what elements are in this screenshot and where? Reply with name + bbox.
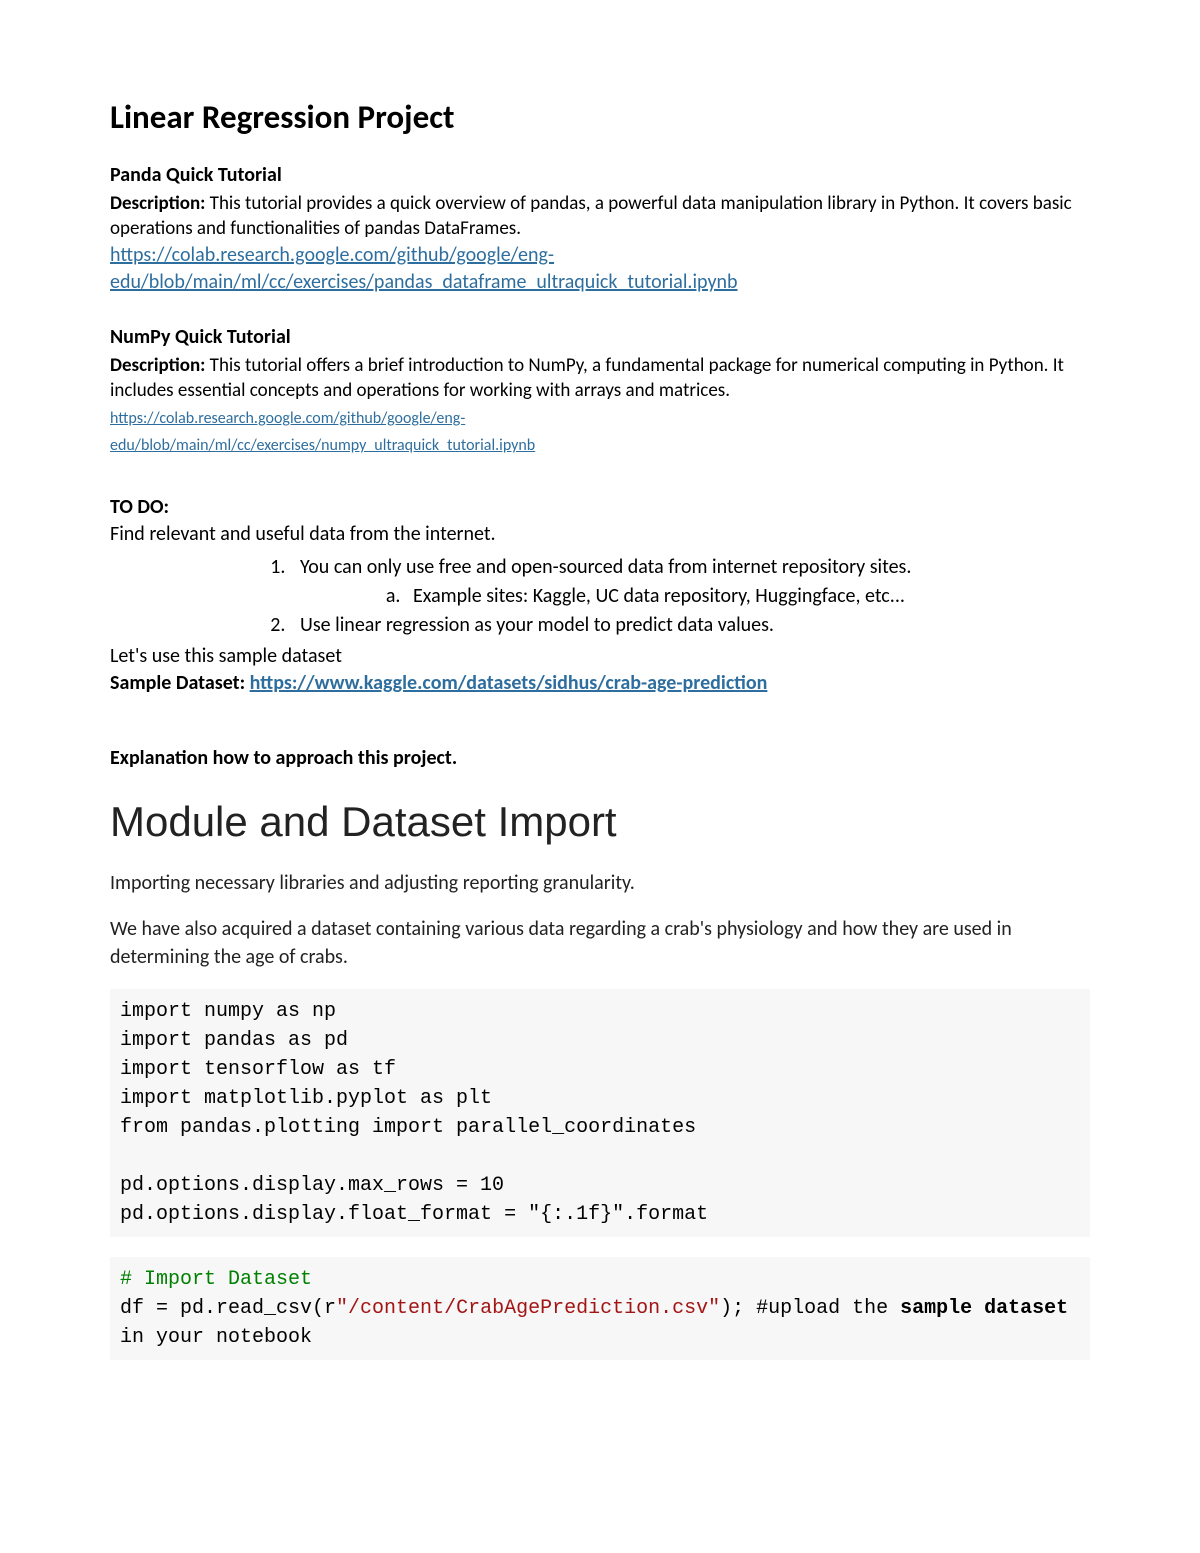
numpy-section: NumPy Quick Tutorial Description: This t…: [110, 324, 1090, 458]
numpy-heading: NumPy Quick Tutorial: [110, 324, 1090, 351]
sample-dataset-label: Sample Dataset:: [110, 671, 250, 695]
code-bold: sample dataset: [900, 1297, 1068, 1320]
panda-link-line2: edu/blob/main/ml/cc/exercises/pandas_dat…: [110, 270, 738, 294]
todo-item-1: You can only use free and open-sourced d…: [290, 554, 1090, 610]
panda-section: Panda Quick Tutorial Description: This t…: [110, 162, 1090, 296]
module-para-2: We have also acquired a dataset containi…: [110, 915, 1090, 971]
todo-section: TO DO: Find relevant and useful data fro…: [110, 494, 1090, 697]
todo-intro: Find relevant and useful data from the i…: [110, 521, 1090, 548]
code-block-import-dataset: # Import Dataset df = pd.read_csv(r"/con…: [110, 1257, 1090, 1360]
description-label: Description:: [110, 192, 205, 215]
panda-link[interactable]: https://colab.research.google.com/github…: [110, 243, 738, 294]
code-line: import tensorflow as tf: [120, 1058, 396, 1081]
code-line: import matplotlib.pyplot as plt: [120, 1087, 492, 1110]
numpy-description-text: This tutorial offers a brief introductio…: [110, 354, 1064, 403]
code-line: import numpy as np: [120, 1000, 336, 1023]
code-comment: # Import Dataset: [120, 1268, 312, 1291]
code-line: from pandas.plotting import parallel_coo…: [120, 1116, 696, 1139]
todo-item-1a: Example sites: Kaggle, UC data repositor…: [405, 583, 1090, 610]
todo-item-1-text: You can only use free and open-sourced d…: [300, 555, 911, 579]
code-string: "/content/CrabAgePrediction.csv": [336, 1297, 720, 1320]
description-label: Description:: [110, 354, 205, 377]
todo-sublist: Example sites: Kaggle, UC data repositor…: [300, 583, 1090, 610]
module-para-1: Importing necessary libraries and adjust…: [110, 869, 1090, 897]
todo-heading: TO DO:: [110, 494, 1090, 521]
todo-list: You can only use free and open-sourced d…: [110, 554, 1090, 639]
code-line: pd.options.display.max_rows = 10: [120, 1174, 504, 1197]
panda-heading: Panda Quick Tutorial: [110, 162, 1090, 189]
panda-link-line1: https://colab.research.google.com/github…: [110, 243, 554, 267]
panda-description: Description: This tutorial provides a qu…: [110, 191, 1090, 242]
code-block-imports: import numpy as np import pandas as pd i…: [110, 989, 1090, 1237]
numpy-link-line2: edu/blob/main/ml/cc/exercises/numpy_ultr…: [110, 436, 535, 455]
module-title: Module and Dataset Import: [110, 794, 1090, 851]
code-text: df = pd.read_csv(r: [120, 1297, 336, 1320]
use-sample-text: Let's use this sample dataset: [110, 643, 1090, 670]
explanation-heading: Explanation how to approach this project…: [110, 745, 1090, 772]
numpy-link-line1: https://colab.research.google.com/github…: [110, 409, 465, 428]
code-line: pd.options.display.float_format = "{:.1f…: [120, 1203, 708, 1226]
todo-item-2: Use linear regression as your model to p…: [290, 612, 1090, 639]
code-text: ); #upload the: [720, 1297, 900, 1320]
numpy-link[interactable]: https://colab.research.google.com/github…: [110, 409, 535, 455]
sample-dataset-line: Sample Dataset: https://www.kaggle.com/d…: [110, 670, 1090, 697]
panda-description-text: This tutorial provides a quick overview …: [110, 192, 1072, 241]
numpy-description: Description: This tutorial offers a brie…: [110, 353, 1090, 404]
code-line: import pandas as pd: [120, 1029, 348, 1052]
page-title: Linear Regression Project: [110, 95, 1090, 140]
sample-dataset-link[interactable]: https://www.kaggle.com/datasets/sidhus/c…: [250, 671, 768, 695]
